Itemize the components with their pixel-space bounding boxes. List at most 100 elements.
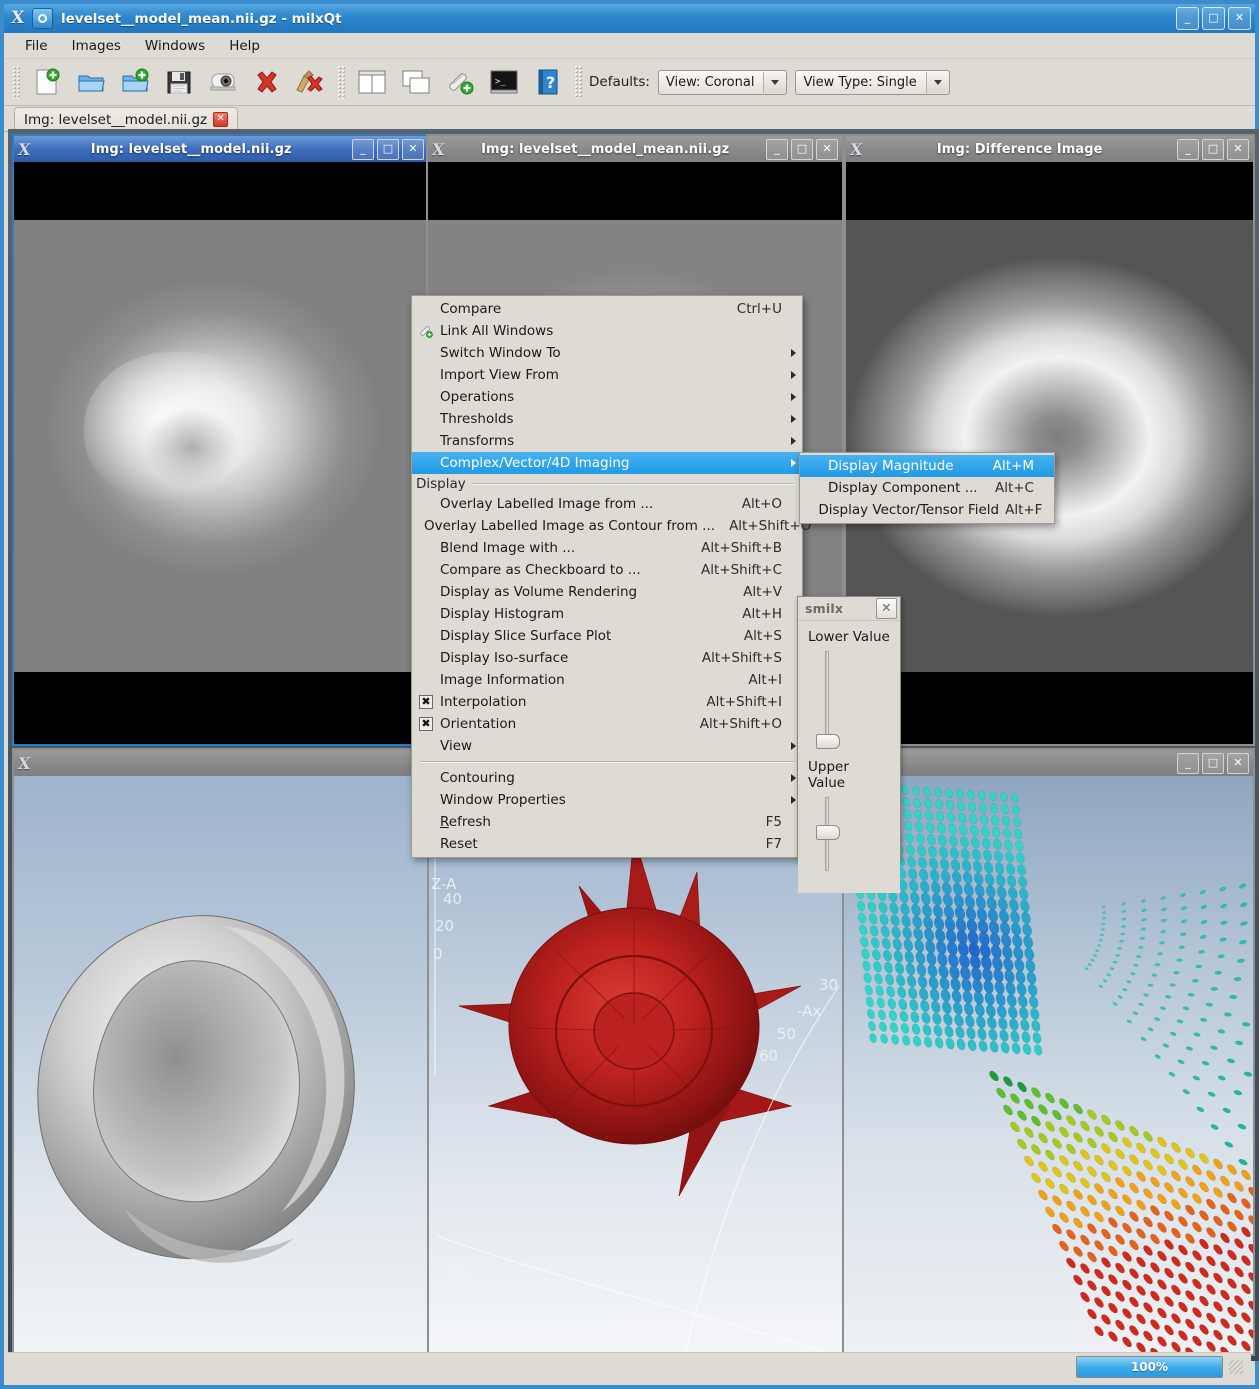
menu-item-view[interactable]: View <box>412 735 802 757</box>
menu-item-link-all-windows[interactable]: Link All Windows <box>412 320 802 342</box>
slider-handle[interactable] <box>816 825 840 840</box>
menu-item-shortcut: F7 <box>765 836 782 852</box>
toolbar-grip-icon[interactable] <box>12 65 21 99</box>
menu-item-compare-as-checkboard-to[interactable]: Compare as Checkboard to ... Alt+Shift+C <box>412 559 802 581</box>
toolbar-grip-3-icon[interactable] <box>574 65 583 99</box>
pane-volume-render[interactable]: Z-A 40 20 0 30 -Ax 50 60 70 80 <box>429 776 844 1354</box>
iso-surface-render <box>37 915 355 1263</box>
resize-grip-icon[interactable] <box>1229 1360 1243 1374</box>
minimize-button[interactable]: _ <box>1176 7 1199 30</box>
subwindow-maximize-button[interactable]: □ <box>1202 138 1224 160</box>
menu-item-reset[interactable]: Reset F7 <box>412 833 802 855</box>
subwindow-levelset-model[interactable]: X Img: levelset__model.nii.gz _ □ ✕ <box>12 134 430 746</box>
subwindow-difference-image[interactable]: X Img: Difference Image _ □ ✕ <box>844 134 1255 746</box>
save-icon[interactable] <box>157 62 201 102</box>
menu-item-import-view-from[interactable]: Import View From <box>412 364 802 386</box>
iso-surface-canvas[interactable]: Z-A 40 20 0 30 -Ax 50 60 70 80 <box>14 776 1253 1354</box>
submenu-item-display-component[interactable]: Display Component ... Alt+C <box>800 477 1054 499</box>
menu-item-transforms[interactable]: Transforms <box>412 430 802 452</box>
view-type-combo[interactable]: View Type: Single <box>795 69 950 95</box>
pane-vector-field[interactable] <box>844 776 1253 1354</box>
smilx-value-panel[interactable]: smilx ✕ Lower Value Upper Value <box>797 596 901 893</box>
menu-item-display-iso-surface[interactable]: Display Iso-surface Alt+Shift+S <box>412 647 802 669</box>
subwindow-maximize-button[interactable]: □ <box>791 138 813 160</box>
link-windows-icon[interactable] <box>438 62 482 102</box>
menu-item-compare[interactable]: Compare Ctrl+U <box>412 298 802 320</box>
context-menu[interactable]: Compare Ctrl+U Link All Windows Switch W… <box>411 295 811 858</box>
subwindow-close-button[interactable]: ✕ <box>1227 752 1249 774</box>
menu-item-interpolation[interactable]: ✖ Interpolation Alt+Shift+I <box>412 691 802 713</box>
view-combo[interactable]: View: Coronal <box>657 69 788 95</box>
menu-item-image-information[interactable]: Image Information Alt+I <box>412 669 802 691</box>
cascade-windows-icon[interactable] <box>394 62 438 102</box>
subwindow-maximize-button[interactable]: □ <box>1202 752 1224 774</box>
menu-item-label: Overlay Labelled Image from ... <box>440 496 654 512</box>
close-all-icon[interactable] <box>289 62 333 102</box>
upper-value-label: Upper Value <box>808 759 849 791</box>
submenu-item-display-magnitude[interactable]: Display Magnitude Alt+M <box>800 455 1054 477</box>
mdi-area: X Img: levelset__model.nii.gz _ □ ✕ X Im… <box>8 129 1259 1361</box>
chevron-down-icon[interactable] <box>763 71 787 93</box>
submenu-complex-vector-4d[interactable]: Display Magnitude Alt+M Display Componen… <box>799 452 1055 524</box>
menu-item-thresholds[interactable]: Thresholds <box>412 408 802 430</box>
subwindow-close-button[interactable]: ✕ <box>402 138 424 160</box>
save-screenshot-icon[interactable] <box>201 62 245 102</box>
main-titlebar: X levelset__model_mean.nii.gz - milxQt _… <box>4 4 1255 33</box>
menu-item-contouring[interactable]: Contouring <box>412 767 802 789</box>
open-folder-add-icon[interactable] <box>113 62 157 102</box>
menu-help[interactable]: Help <box>218 35 271 57</box>
menu-item-display-histogram[interactable]: Display Histogram Alt+H <box>412 603 802 625</box>
slider-handle[interactable] <box>816 734 840 749</box>
menu-item-orientation[interactable]: ✖ Orientation Alt+Shift+O <box>412 713 802 735</box>
help-icon[interactable]: ? <box>526 62 570 102</box>
subwindow-close-button[interactable]: ✕ <box>1227 138 1249 160</box>
tile-windows-icon[interactable] <box>350 62 394 102</box>
new-image-icon[interactable] <box>25 62 69 102</box>
subwindow-minimize-button[interactable]: _ <box>1177 138 1199 160</box>
menu-file[interactable]: File <box>14 35 59 57</box>
tab-close-icon[interactable]: ✕ <box>213 112 229 127</box>
menu-section-rule <box>472 482 794 485</box>
menu-item-operations[interactable]: Operations <box>412 386 802 408</box>
subwindow-title: Img: levelset__model_mean.nii.gz <box>481 141 730 157</box>
subwindow-maximize-button[interactable]: □ <box>377 138 399 160</box>
smilx-panel-title: smilx <box>805 601 844 616</box>
slice-canvas[interactable] <box>14 162 428 744</box>
menu-item-overlay-labelled-image-as-contour-from[interactable]: Overlay Labelled Image as Contour from .… <box>412 515 811 537</box>
menu-windows[interactable]: Windows <box>134 35 216 57</box>
close-icon[interactable]: ✕ <box>876 598 897 619</box>
checkbox-checked-icon[interactable]: ✖ <box>418 695 434 709</box>
console-icon[interactable]: >_ <box>482 62 526 102</box>
close-button[interactable]: ✕ <box>1228 7 1251 30</box>
open-folder-icon[interactable] <box>69 62 113 102</box>
upper-value-slider[interactable] <box>814 797 840 871</box>
toolbar-grip-2-icon[interactable] <box>337 65 346 99</box>
tab-levelset-model[interactable]: Img: levelset__model.nii.gz ✕ <box>14 107 239 131</box>
checkbox-checked-icon[interactable]: ✖ <box>418 717 434 731</box>
submenu-arrow-icon <box>782 742 796 750</box>
menu-images[interactable]: Images <box>61 35 132 57</box>
menu-item-display-slice-surface-plot[interactable]: Display Slice Surface Plot Alt+S <box>412 625 802 647</box>
menu-item-window-properties[interactable]: Window Properties <box>412 789 802 811</box>
subwindow-minimize-button[interactable]: _ <box>352 138 374 160</box>
lower-value-slider[interactable] <box>814 651 840 749</box>
application-root: X levelset__model_mean.nii.gz - milxQt _… <box>0 0 1259 1389</box>
menu-item-refresh[interactable]: Refresh F5 <box>412 811 802 833</box>
subwindow-close-button[interactable]: ✕ <box>816 138 838 160</box>
maximize-button[interactable]: □ <box>1202 7 1225 30</box>
menu-item-shortcut: F5 <box>765 814 782 830</box>
menu-item-display-as-volume-rendering[interactable]: Display as Volume Rendering Alt+V <box>412 581 802 603</box>
slice-view-levelset-model[interactable] <box>14 162 428 744</box>
subwindow-minimize-button[interactable]: _ <box>766 138 788 160</box>
menu-item-blend-image-with[interactable]: Blend Image with ... Alt+Shift+B <box>412 537 802 559</box>
menu-item-overlay-labelled-image-from[interactable]: Overlay Labelled Image from ... Alt+O <box>412 493 802 515</box>
subwindow-minimize-button[interactable]: _ <box>1177 752 1199 774</box>
main-toolbar: >_ ? Defaults: View: Coronal View Type: … <box>4 59 1255 106</box>
pane-iso-surface[interactable] <box>14 776 429 1354</box>
close-image-icon[interactable] <box>245 62 289 102</box>
chevron-down-2-icon[interactable] <box>925 71 949 93</box>
menu-item-switch-window-to[interactable]: Switch Window To <box>412 342 802 364</box>
submenu-arrow-icon <box>782 796 796 804</box>
submenu-item-display-vector-tensor-field[interactable]: Display Vector/Tensor Field Alt+F <box>800 499 1054 521</box>
menu-item-complex-vector-4d-imaging[interactable]: Complex/Vector/4D Imaging <box>412 452 802 474</box>
